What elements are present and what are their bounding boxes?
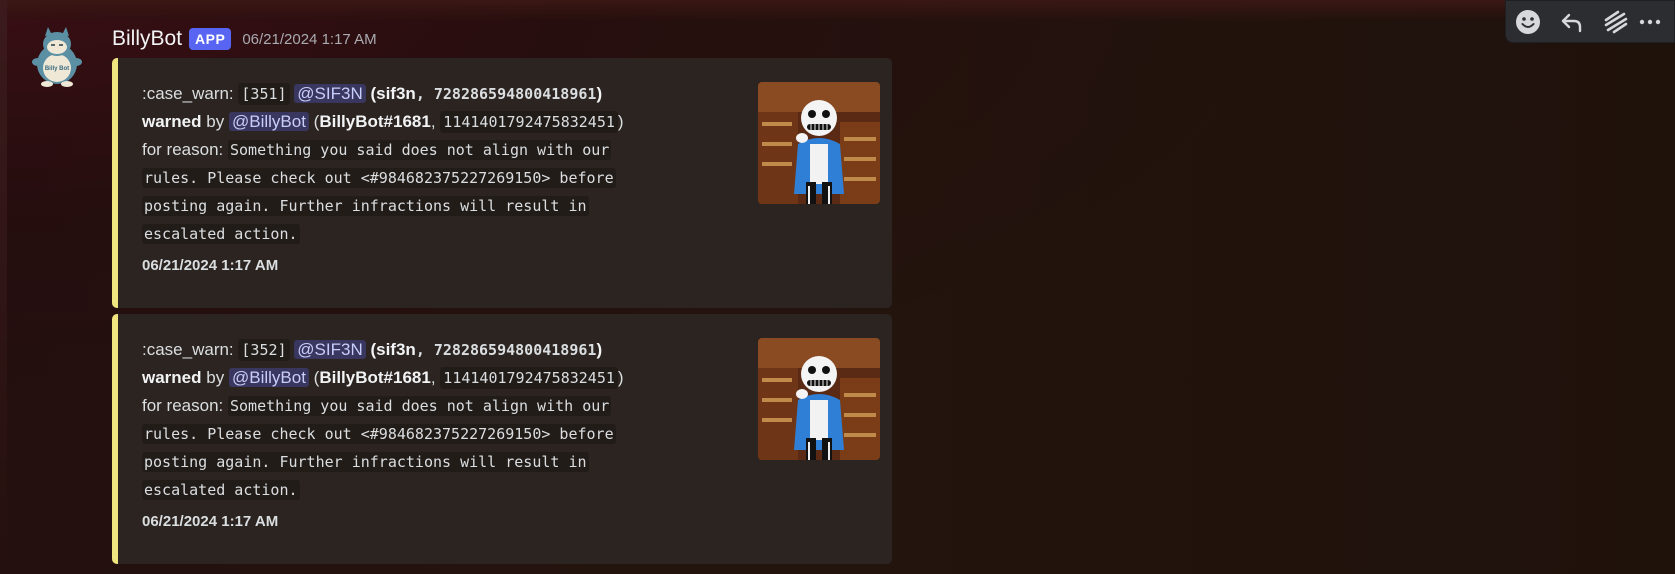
username[interactable]: BillyBot	[112, 27, 182, 51]
add-reaction-icon	[1516, 9, 1540, 34]
mod-close: )	[617, 368, 624, 387]
mod-close: )	[617, 112, 624, 131]
skeleton-thumbnail-icon	[758, 338, 880, 460]
embed-description: :case_warn: [351] @SIF3N (sif3n, 7282865…	[142, 80, 722, 248]
reason-line: posting again. Further infractions will …	[142, 196, 589, 216]
embed-footer-timestamp: 06/21/2024 1:17 AM	[142, 513, 279, 530]
reason-line: posting again. Further infractions will …	[142, 452, 589, 472]
moderator-tag: BillyBot#1681	[319, 368, 431, 387]
case-emoji: :case_warn:	[142, 84, 234, 103]
reason-line: rules. Please check out <#98468237522726…	[142, 424, 616, 444]
case-emoji: :case_warn:	[142, 340, 234, 359]
target-mention[interactable]: @SIF3N	[294, 84, 366, 103]
case-embed: :case_warn: [352] @SIF3N (sif3n, 7282865…	[112, 314, 892, 564]
reason-line: rules. Please check out <#98468237522726…	[142, 168, 616, 188]
case-embed: :case_warn: [351] @SIF3N (sif3n, 7282865…	[112, 58, 892, 308]
action-label: warned	[142, 112, 202, 131]
reason-line: escalated action.	[142, 224, 300, 244]
target-mention[interactable]: @SIF3N	[294, 340, 366, 359]
message-header: BillyBot APP 06/21/2024 1:17 AM	[112, 24, 377, 54]
mod-sep: ,	[430, 368, 436, 387]
embed-footer-timestamp: 06/21/2024 1:17 AM	[142, 257, 279, 274]
reason-line: escalated action.	[142, 480, 300, 500]
left-edge-strip	[0, 0, 7, 574]
target-id: , 728286594800418961	[415, 341, 597, 359]
moderator-tag: BillyBot#1681	[319, 112, 431, 131]
target-close: )	[596, 84, 603, 103]
by-label: by	[206, 368, 225, 387]
create-thread-button[interactable]	[1594, 2, 1638, 42]
message-timestamp[interactable]: 06/21/2024 1:17 AM	[242, 31, 376, 48]
more-icon	[1639, 19, 1661, 24]
bot-avatar[interactable]: Billy Bot	[25, 24, 89, 88]
reply-icon	[1561, 13, 1582, 32]
svg-text:Billy Bot: Billy Bot	[45, 66, 69, 72]
app-badge: APP	[189, 28, 232, 50]
target-open: (sif3n	[370, 84, 416, 103]
target-open: (sif3n	[370, 340, 416, 359]
reply-button[interactable]	[1550, 2, 1594, 42]
moderator-mention[interactable]: @BillyBot	[228, 112, 309, 131]
skeleton-thumbnail-icon	[758, 82, 880, 204]
more-options-button[interactable]	[1638, 2, 1668, 42]
target-id: , 728286594800418961	[415, 85, 597, 103]
action-label: warned	[142, 368, 202, 387]
moderator-id: 1141401792475832451	[440, 111, 618, 133]
message-hover-toolbar	[1505, 0, 1675, 43]
case-number: [352]	[238, 339, 290, 361]
add-reaction-button[interactable]	[1506, 2, 1550, 42]
moderator-id: 1141401792475832451	[440, 367, 618, 389]
thread-icon	[1604, 10, 1628, 33]
embed-thumbnail[interactable]	[758, 82, 880, 204]
embed-description: :case_warn: [352] @SIF3N (sif3n, 7282865…	[142, 336, 722, 504]
embed-thumbnail[interactable]	[758, 338, 880, 460]
mod-sep: ,	[430, 112, 436, 131]
reason-label: for reason:	[142, 140, 224, 159]
top-background-band	[0, 0, 1675, 20]
reason-line: Something you said does not align with o…	[228, 396, 612, 416]
moderator-mention[interactable]: @BillyBot	[228, 368, 309, 387]
case-number: [351]	[238, 83, 290, 105]
reason-label: for reason:	[142, 396, 224, 415]
by-label: by	[206, 112, 225, 131]
snorlax-avatar-icon: Billy Bot	[32, 27, 82, 87]
target-close: )	[596, 340, 603, 359]
reason-line: Something you said does not align with o…	[228, 140, 612, 160]
